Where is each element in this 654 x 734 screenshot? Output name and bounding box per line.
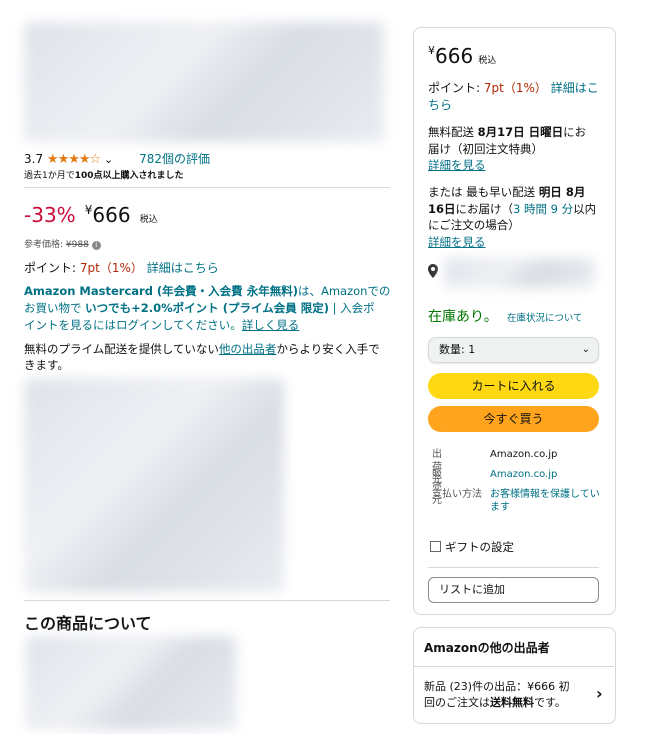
ref-price-value: ¥988 — [65, 240, 89, 250]
fast-delivery-info: または 最も早い配送 明日 8月 16日にお届け（3 時間 9 分以内 にご注文… — [428, 184, 596, 250]
gift-option[interactable]: ギフトの設定 — [430, 539, 514, 555]
points-row: ポイント: 7pt（1%） 詳細はこちら — [24, 259, 219, 276]
fast-delivery-within: 以内 — [573, 201, 597, 216]
delivery-info: 無料配送 8月17日 日曜日にお 届け（初回注文特典） 詳細を見る — [428, 124, 586, 174]
info-icon[interactable]: i — [91, 241, 101, 250]
divider — [24, 187, 390, 188]
buybox-currency: ¥ — [428, 44, 435, 57]
payment-line1[interactable]: お客様情報を保護してい — [490, 488, 600, 501]
gift-label: ギフトの設定 — [445, 540, 514, 554]
offer-line1-end: 初 — [555, 680, 570, 693]
buybox-points-label: ポイント: — [428, 81, 484, 95]
quantity-value: 数量: 1 — [439, 343, 476, 356]
buy-now-button[interactable]: 今すぐ買う — [428, 406, 599, 432]
buybox-points-link-2[interactable]: ちら — [428, 97, 599, 114]
delivery-line2: 届け（初回注文特典） — [428, 141, 543, 156]
recent-purchases-count: 100点以上購入されました — [74, 171, 184, 181]
fast-delivery-mid: にお届け（ — [455, 201, 514, 216]
price-tax: 税込 — [139, 215, 158, 225]
offer-line2-start: 回のご注文は — [424, 696, 490, 709]
discount-percent: -33% — [24, 203, 76, 227]
location-pin-icon[interactable] — [428, 263, 438, 278]
stock-row: 在庫あり。 在庫状況について — [428, 306, 583, 326]
chevron-down-icon: ⌄ — [581, 344, 590, 355]
ships-from-value: Amazon.co.jp — [490, 449, 558, 460]
fast-delivery-line3: にご注文の場合） — [428, 218, 520, 232]
buybox-points-link[interactable]: 詳細はこ — [551, 81, 599, 95]
other-sellers-offer[interactable]: 新品 (23)件の出品：¥666 初 回のご注文は送料無料です。 — [424, 679, 570, 711]
divider — [24, 600, 390, 601]
prime-note-line2: きます。 — [24, 358, 69, 372]
points-detail-link[interactable]: 詳細はこちら — [147, 261, 219, 275]
reviews-link[interactable]: 782個の評価 — [139, 152, 210, 166]
product-image-blurred — [24, 378, 284, 592]
add-to-cart-button[interactable]: カートに入れる — [428, 373, 599, 399]
delivery-address-blurred[interactable] — [444, 258, 594, 288]
buybox-price: ¥666 税込 — [428, 44, 496, 68]
sold-by-link[interactable]: Amazon.co.jp — [490, 468, 557, 481]
about-bullets-blurred — [26, 636, 236, 730]
card-offer-line2b[interactable]: | 入会ポ — [329, 301, 375, 315]
buybox-tax: 税込 — [478, 56, 497, 66]
delivery-suffix: にお — [563, 125, 587, 139]
points-value: 7pt（1%） — [79, 261, 143, 275]
points-label: ポイント: — [24, 261, 77, 275]
offer-count: 新品 (23)件の出品： — [424, 680, 528, 693]
reference-price: 参考価格: ¥988 i — [24, 237, 101, 250]
card-offer-line3[interactable]: イントを見るにはログインしてください。 — [24, 318, 242, 332]
fast-delivery-day: 16日 — [428, 201, 456, 216]
divider — [428, 567, 599, 568]
payment-line2[interactable]: ます — [490, 501, 600, 514]
fast-delivery-detail-link[interactable]: 詳細を見る — [428, 234, 596, 251]
chevron-down-icon[interactable]: ⌄ — [104, 153, 113, 166]
buybox-points: ポイント: 7pt（1%） 詳細はこ ちら — [428, 80, 599, 114]
payment-link[interactable]: お客様情報を保護してい ます — [490, 488, 600, 514]
divider — [414, 666, 614, 667]
rating-stars[interactable]: ★★★★☆ — [47, 152, 101, 167]
offer-price: ¥666 — [527, 680, 556, 693]
card-offer-title[interactable]: Amazon Mastercard (年会費・入会費 永年無料) — [24, 284, 298, 298]
ref-price-label: 参考価格: — [24, 240, 64, 250]
card-offer-line1[interactable]: は、Amazonでの — [298, 284, 390, 298]
rating-value: 3.7 — [24, 152, 44, 166]
card-offer-points[interactable]: いつでも+2.0%ポイント (プライム会員 限定) — [85, 301, 329, 315]
delivery-date: 8月17日 日曜日 — [477, 125, 564, 139]
other-sellers-link[interactable]: 他の出品者 — [219, 342, 277, 356]
about-title: この商品について — [24, 614, 152, 633]
prime-note-prefix: 無料のプライム配送を提供していない — [24, 342, 219, 356]
delivery-detail-link[interactable]: 詳細を見る — [428, 157, 586, 174]
fast-delivery-prefix: または 最も早い配送 — [428, 185, 539, 199]
card-offer-more-link[interactable]: 詳しく見る — [242, 318, 300, 332]
price-value: 666 — [92, 203, 131, 227]
buybox-price-value: 666 — [435, 44, 474, 68]
chevron-right-icon[interactable]: › — [596, 684, 603, 703]
price-row: -33% ¥666 税込 — [24, 203, 158, 227]
rating-row: 3.7 ★★★★☆ ⌄ 782個の評価 — [24, 150, 210, 167]
product-title-blurred — [24, 22, 384, 142]
fast-delivery-date: 明日 8月 — [538, 185, 586, 199]
fast-delivery-countdown: 3 時間 9 分 — [513, 201, 574, 216]
stock-info-link[interactable]: 在庫状況について — [507, 313, 583, 324]
prime-note-suffix: からより安く入手で — [276, 342, 380, 356]
recent-purchases: 過去1か月で100点以上購入されました — [24, 168, 184, 181]
buybox-points-value: 7pt（1%） — [483, 81, 547, 95]
card-offer-line2a[interactable]: お買い物で — [24, 301, 85, 315]
add-to-list-button[interactable]: リストに追加 — [428, 577, 599, 603]
prime-note: 無料のプライム配送を提供していない他の出品者からより安く入手で きます。 — [24, 341, 394, 373]
recent-purchases-prefix: 過去1か月で — [24, 171, 75, 181]
quantity-select[interactable]: 数量: 1 ⌄ — [428, 337, 599, 363]
offer-free-shipping: 送料無料 — [490, 696, 534, 709]
delivery-prefix: 無料配送 — [428, 125, 478, 139]
card-offer: Amazon Mastercard (年会費・入会費 永年無料)は、Amazon… — [24, 283, 394, 334]
other-sellers-title: Amazonの他の出品者 — [424, 641, 550, 655]
add-to-list-label: リストに追加 — [439, 583, 505, 596]
payment-label: 支払い方法 — [432, 489, 482, 500]
stock-status: 在庫あり。 — [428, 309, 498, 325]
gift-checkbox[interactable] — [430, 541, 441, 552]
offer-line2-end: です。 — [534, 696, 566, 709]
